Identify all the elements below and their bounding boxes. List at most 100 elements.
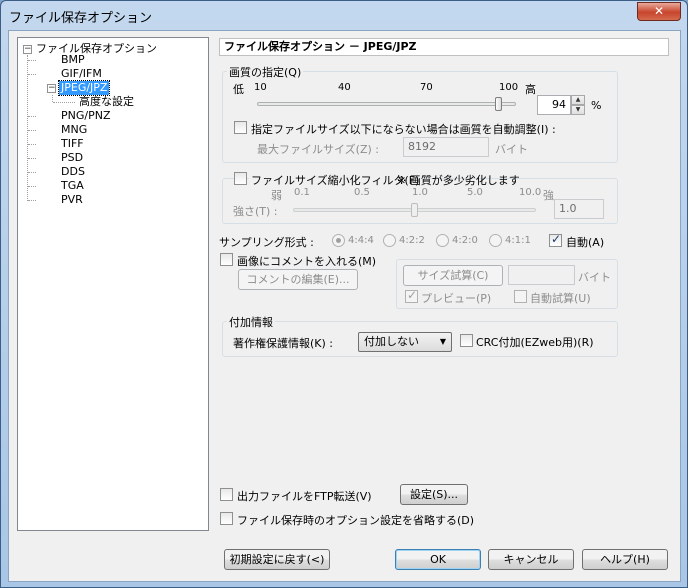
filter-tick: 10.0 <box>519 187 542 198</box>
quality-slider-thumb[interactable] <box>494 97 502 111</box>
tree-item-dds[interactable]: DDS <box>61 165 85 179</box>
title-bar[interactable]: ファイル保存オプション ✕ <box>1 1 687 29</box>
sampling-radio-420[interactable] <box>436 234 449 247</box>
collapse-icon[interactable]: − <box>23 45 32 54</box>
filter-checkbox-label: ファイルサイズ縮小化フィルタ(F) <box>249 172 422 188</box>
filter-note: ※ 画質が多少劣化します <box>397 174 520 187</box>
tree-item-jpeg[interactable]: JPEG/JPZ <box>57 80 111 96</box>
tree-branch <box>28 60 36 61</box>
omit-options-label: ファイル保存時のオプション設定を省略する(D) <box>237 514 475 527</box>
ftp-label: 出力ファイルをFTP転送(V) <box>237 490 372 503</box>
auto-test-checkbox[interactable] <box>514 290 527 303</box>
quality-value-input[interactable]: 94 <box>537 95 571 115</box>
tree-item-tiff[interactable]: TIFF <box>61 137 84 151</box>
collapse-icon[interactable]: − <box>47 84 56 93</box>
sampling-option-label: 4:2:0 <box>452 235 478 246</box>
auto-adjust-checkbox[interactable] <box>234 121 247 134</box>
auto-adjust-label: 指定ファイルサイズ以下にならない場合は画質を自動調整(I) : <box>251 123 556 136</box>
tree-item-bmp[interactable]: BMP <box>61 53 85 67</box>
dialog-window: ファイル保存オプション ✕ − ファイル保存オプション BMP GIF/IFM … <box>0 0 688 588</box>
crc-label: CRC付加(EZweb用)(R) <box>476 336 594 349</box>
quality-group-label: 画質の指定(Q) <box>227 64 304 80</box>
sampling-auto-checkbox[interactable] <box>549 232 562 247</box>
filter-tick: 0.5 <box>354 187 370 198</box>
filter-strength-label: 強さ(T) : <box>233 205 278 218</box>
quality-percent-label: % <box>591 99 602 112</box>
omit-options-checkbox[interactable] <box>220 512 233 525</box>
sampling-radio-444[interactable] <box>332 234 345 247</box>
quality-spinner[interactable]: ▲ ▼ <box>571 95 585 115</box>
tree-item-png[interactable]: PNG/PNZ <box>61 109 111 123</box>
size-test-button[interactable]: サイズ試算(C) <box>403 265 503 286</box>
comment-checkbox[interactable] <box>220 253 233 266</box>
filter-weak-label: 弱 <box>271 189 282 202</box>
filter-strong-label: 強 <box>543 189 554 202</box>
tree-item-tga[interactable]: TGA <box>61 179 84 193</box>
spin-up-icon[interactable]: ▲ <box>571 95 585 105</box>
quality-slider-track[interactable] <box>257 102 516 106</box>
tree-connector <box>27 55 28 201</box>
preview-checkbox[interactable] <box>405 288 418 303</box>
filter-tick: 0.1 <box>294 187 310 198</box>
panel-header: ファイル保存オプション － JPEG/JPZ <box>219 38 669 56</box>
sampling-option-label: 4:1:1 <box>505 235 531 246</box>
options-tree[interactable]: − ファイル保存オプション BMP GIF/IFM − JPEG/JPZ 高度な… <box>17 37 209 531</box>
chevron-down-icon: ▼ <box>439 337 446 346</box>
cancel-button[interactable]: キャンセル <box>488 549 574 570</box>
filter-checkbox[interactable] <box>234 172 247 185</box>
tree-item-root[interactable]: ファイル保存オプション <box>36 42 157 56</box>
quality-tick-10: 10 <box>254 82 267 93</box>
tree-branch <box>28 158 36 159</box>
tree-branch <box>28 186 36 187</box>
sampling-label: サンプリング形式 : <box>219 236 314 249</box>
quality-low-label: 低 <box>233 83 244 96</box>
quality-tick-70: 70 <box>420 82 433 93</box>
quality-high-label: 高 <box>525 83 536 96</box>
extra-info-label: 付加情報 <box>227 314 275 330</box>
preview-label: プレビュー(P) <box>421 292 492 305</box>
auto-test-label: 自動試算(U) <box>530 292 591 305</box>
ok-button[interactable]: OK <box>395 549 481 570</box>
tree-branch <box>28 130 36 131</box>
tree-branch <box>28 116 36 117</box>
copyright-label: 著作権保護情報(K) : <box>233 337 333 350</box>
filter-tick: 1.0 <box>412 187 428 198</box>
reset-defaults-button[interactable]: 初期設定に戻す(<) <box>224 549 330 570</box>
tree-item-advanced[interactable]: 高度な設定 <box>79 95 134 109</box>
tree-branch <box>28 200 36 201</box>
close-icon[interactable]: ✕ <box>637 2 681 21</box>
max-size-label: 最大ファイルサイズ(Z) : <box>257 143 379 156</box>
help-button[interactable]: ヘルプ(H) <box>582 549 668 570</box>
spin-down-icon[interactable]: ▼ <box>571 105 585 115</box>
max-size-input[interactable]: 8192 <box>403 137 489 157</box>
sampling-radio-422[interactable] <box>383 234 396 247</box>
size-test-result <box>508 265 575 285</box>
tree-connector <box>52 95 53 102</box>
filter-tick: 5.0 <box>467 187 483 198</box>
sampling-auto-label: 自動(A) <box>566 236 605 249</box>
copyright-select[interactable]: 付加しない ▼ <box>358 332 452 352</box>
tree-item-pvr[interactable]: PVR <box>61 193 83 207</box>
copyright-select-value: 付加しない <box>364 335 419 348</box>
tree-branch <box>28 74 36 75</box>
ftp-checkbox[interactable] <box>220 488 233 501</box>
tree-branch <box>28 144 36 145</box>
size-test-unit: バイト <box>578 271 611 284</box>
window-title: ファイル保存オプション <box>9 11 153 26</box>
max-size-unit: バイト <box>495 143 528 156</box>
quality-tick-100: 100 <box>499 82 519 93</box>
filter-slider-thumb[interactable] <box>410 203 418 217</box>
sampling-option-label: 4:2:2 <box>399 235 425 246</box>
tree-branch <box>28 172 36 173</box>
tree-item-gif[interactable]: GIF/IFM <box>61 67 102 81</box>
ftp-settings-button[interactable]: 設定(S)... <box>400 484 468 505</box>
edit-comment-button[interactable]: コメントの編集(E)... <box>238 269 358 290</box>
tree-item-psd[interactable]: PSD <box>61 151 83 165</box>
filter-strength-input[interactable]: 1.0 <box>554 199 604 219</box>
crc-checkbox[interactable] <box>460 334 473 347</box>
tree-item-mng[interactable]: MNG <box>61 123 87 137</box>
dialog-client: − ファイル保存オプション BMP GIF/IFM − JPEG/JPZ 高度な… <box>8 30 681 582</box>
sampling-option-label: 4:4:4 <box>348 235 374 246</box>
quality-tick-40: 40 <box>338 82 351 93</box>
sampling-radio-411[interactable] <box>489 234 502 247</box>
